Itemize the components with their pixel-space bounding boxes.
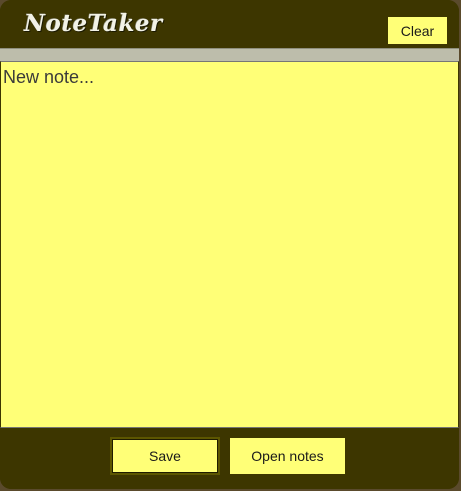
app-title: NoteTaker	[24, 10, 163, 37]
title-bar: NoteTaker Clear	[0, 0, 459, 48]
footer-bar: Save Open notes	[0, 428, 459, 489]
note-text-area[interactable]	[0, 61, 459, 428]
clear-button[interactable]: Clear	[386, 15, 449, 46]
notetaker-window: NoteTaker Clear Save Open notes	[0, 0, 459, 489]
save-button[interactable]: Save	[110, 437, 220, 475]
open-notes-button[interactable]: Open notes	[229, 437, 346, 475]
title-divider	[0, 48, 459, 61]
